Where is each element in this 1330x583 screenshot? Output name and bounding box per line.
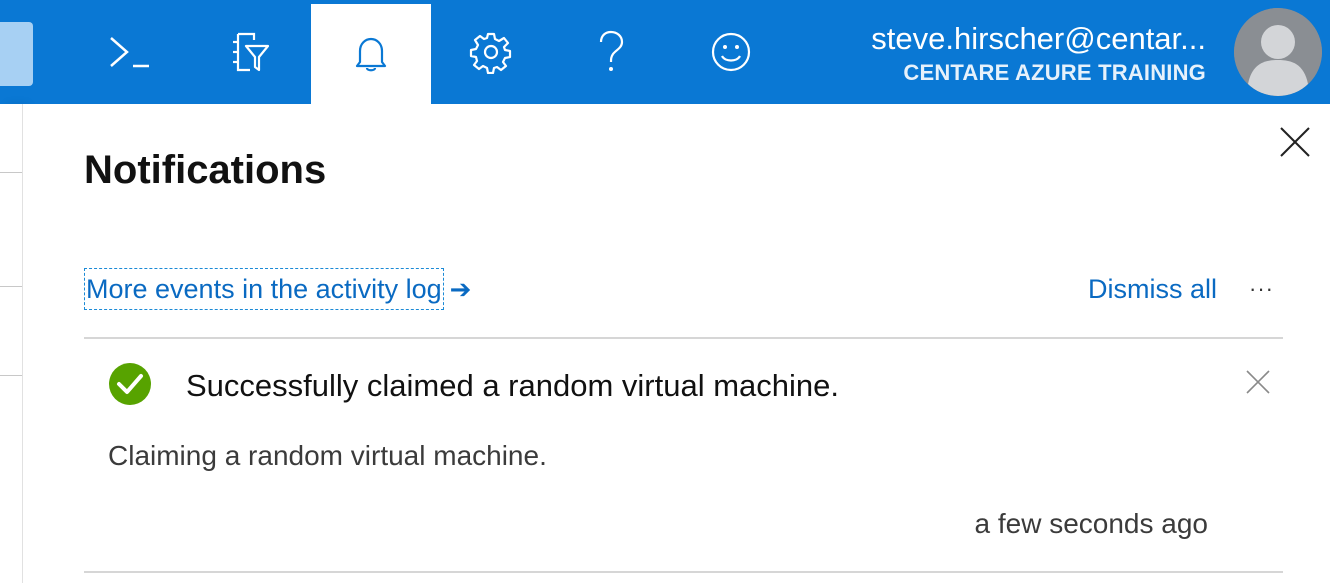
search-box[interactable] — [0, 22, 33, 86]
notification-title: Successfully claimed a random virtual ma… — [186, 368, 839, 403]
smiley-icon — [710, 31, 752, 73]
top-bar: steve.hirscher@centar... CENTARE AZURE T… — [0, 0, 1330, 104]
directory-filter-button[interactable] — [190, 0, 310, 104]
close-icon — [1280, 127, 1310, 157]
avatar[interactable] — [1234, 8, 1322, 96]
bell-icon — [354, 34, 388, 74]
user-avatar-icon — [1234, 8, 1322, 96]
arrow-right-icon: ➔ — [449, 273, 472, 304]
success-check-icon — [108, 362, 152, 406]
account-email: steve.hirscher@centar... — [871, 21, 1206, 56]
terminal-icon — [107, 32, 153, 72]
question-icon — [596, 30, 626, 74]
account-info[interactable]: steve.hirscher@centar... CENTARE AZURE T… — [871, 20, 1206, 88]
help-button[interactable] — [551, 0, 671, 104]
settings-button[interactable] — [431, 0, 551, 104]
notification-timestamp: a few seconds ago — [974, 508, 1209, 539]
directory-filter-icon — [228, 30, 272, 74]
close-panel-button[interactable] — [1275, 122, 1315, 162]
notifications-panel: Notifications More events in the activit… — [23, 104, 1330, 583]
gear-icon — [469, 30, 513, 74]
cloud-shell-button[interactable] — [70, 0, 190, 104]
notifications-button[interactable] — [311, 4, 431, 104]
notification-description: Claiming a random virtual machine. — [108, 440, 547, 471]
dismiss-all-button[interactable]: Dismiss all — [1088, 271, 1217, 307]
divider — [84, 337, 1283, 339]
more-options-button[interactable]: ··· — [1249, 271, 1274, 307]
panel-title: Notifications — [84, 148, 327, 192]
divider — [84, 571, 1283, 573]
feedback-button[interactable] — [671, 0, 791, 104]
dismiss-notification-button[interactable] — [1244, 368, 1272, 396]
activity-log-link-text: More events in the activity log — [84, 268, 444, 310]
close-icon — [1246, 370, 1270, 394]
activity-log-link[interactable]: More events in the activity log ➔ — [84, 268, 471, 310]
account-tenant: CENTARE AZURE TRAINING — [903, 60, 1206, 85]
background-blade — [0, 104, 23, 583]
